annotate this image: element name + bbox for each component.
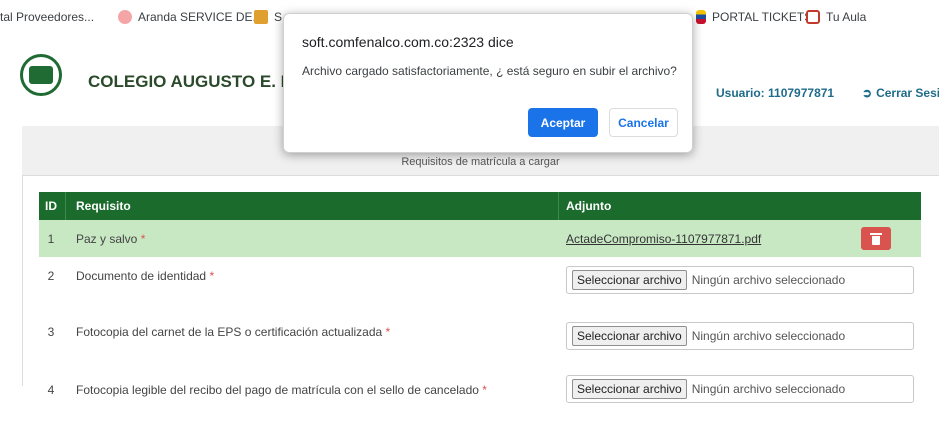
bookmark-s[interactable]: S — [254, 10, 282, 24]
cancel-button[interactable]: Cancelar — [609, 108, 678, 137]
trash-icon — [870, 232, 882, 245]
school-logo — [20, 54, 62, 96]
logout-link[interactable]: ➲ Cerrar Sesi — [862, 86, 939, 100]
table-row: 1 Paz y salvo * ActadeCompromiso-1107977… — [39, 220, 921, 257]
file-input[interactable]: Seleccionar archivo Ningún archivo selec… — [566, 266, 914, 294]
row-attachment: ActadeCompromiso-1107977871.pdf — [566, 220, 761, 257]
user-label: Usuario: 1107977871 — [716, 86, 835, 100]
logout-label: Cerrar Sesi — [876, 86, 939, 100]
header-requirement: Requisito — [76, 199, 131, 213]
table-row: 4 Fotocopia legible del recibo del pago … — [39, 371, 921, 411]
requirement-label: Fotocopia del carnet de la EPS o certifi… — [76, 325, 383, 339]
bookmark-label: Tu Aula — [826, 10, 867, 24]
bookmark-portal-tickets[interactable]: PORTAL TICKETS — [696, 10, 812, 24]
bookmark-label: Aranda SERVICE DE... — [138, 10, 263, 24]
select-file-button[interactable]: Seleccionar archivo — [572, 270, 687, 290]
required-mark: * — [482, 383, 487, 397]
flag-icon — [696, 10, 706, 24]
accept-button[interactable]: Aceptar — [528, 108, 598, 137]
bookmark-tu-aula[interactable]: Tu Aula — [806, 10, 866, 24]
header-attachment: Adjunto — [566, 199, 612, 213]
people-icon — [254, 10, 268, 24]
row-id: 4 — [47, 383, 55, 397]
aranda-icon — [118, 10, 132, 24]
bookmark-label: tal Proveedores... — [0, 10, 95, 24]
row-requirement: Paz y salvo * — [76, 220, 145, 257]
table-row: 2 Documento de identidad * Seleccionar a… — [39, 257, 921, 313]
required-mark: * — [140, 231, 146, 246]
required-mark: * — [209, 269, 215, 283]
bookmark-label: S — [274, 10, 283, 24]
bookmark-proveedores[interactable]: tal Proveedores... — [0, 10, 94, 24]
book-icon — [806, 10, 820, 24]
bookmark-aranda[interactable]: Aranda SERVICE DE... — [118, 10, 263, 24]
file-input[interactable]: Seleccionar archivo Ningún archivo selec… — [566, 375, 914, 403]
confirm-dialog: soft.comfenalco.com.co:2323 dice Archivo… — [283, 13, 693, 153]
header-id: ID — [45, 199, 57, 213]
table-header: ID Requisito Adjunto — [39, 192, 921, 220]
requirement-label: Documento de identidad — [76, 269, 207, 283]
file-input[interactable]: Seleccionar archivo Ningún archivo selec… — [566, 322, 914, 350]
file-status: Ningún archivo seleccionado — [691, 329, 846, 343]
logout-icon: ➲ — [862, 86, 873, 100]
required-mark: * — [385, 325, 391, 339]
panel-title: Requisitos de matrícula a cargar — [401, 156, 560, 168]
delete-file-button[interactable] — [861, 227, 891, 250]
table-row: 3 Fotocopia del carnet de la EPS o certi… — [39, 313, 921, 371]
file-status: Ningún archivo seleccionado — [691, 382, 846, 396]
select-file-button[interactable]: Seleccionar archivo — [572, 326, 687, 346]
bookmark-label: PORTAL TICKETS — [712, 10, 813, 24]
uploaded-file-link[interactable]: ActadeCompromiso-1107977871.pdf — [566, 232, 761, 246]
row-requirement: Fotocopia legible del recibo del pago de… — [76, 371, 487, 423]
select-file-button[interactable]: Seleccionar archivo — [572, 379, 687, 399]
requirement-label: Fotocopia legible del recibo del pago de… — [76, 383, 479, 397]
file-status: Ningún archivo seleccionado — [691, 273, 846, 287]
requirement-label: Paz y salvo — [76, 231, 138, 246]
dialog-message: Archivo cargado satisfactoriamente, ¿ es… — [302, 64, 677, 78]
dialog-title: soft.comfenalco.com.co:2323 dice — [302, 34, 514, 50]
row-id: 1 — [47, 231, 55, 246]
